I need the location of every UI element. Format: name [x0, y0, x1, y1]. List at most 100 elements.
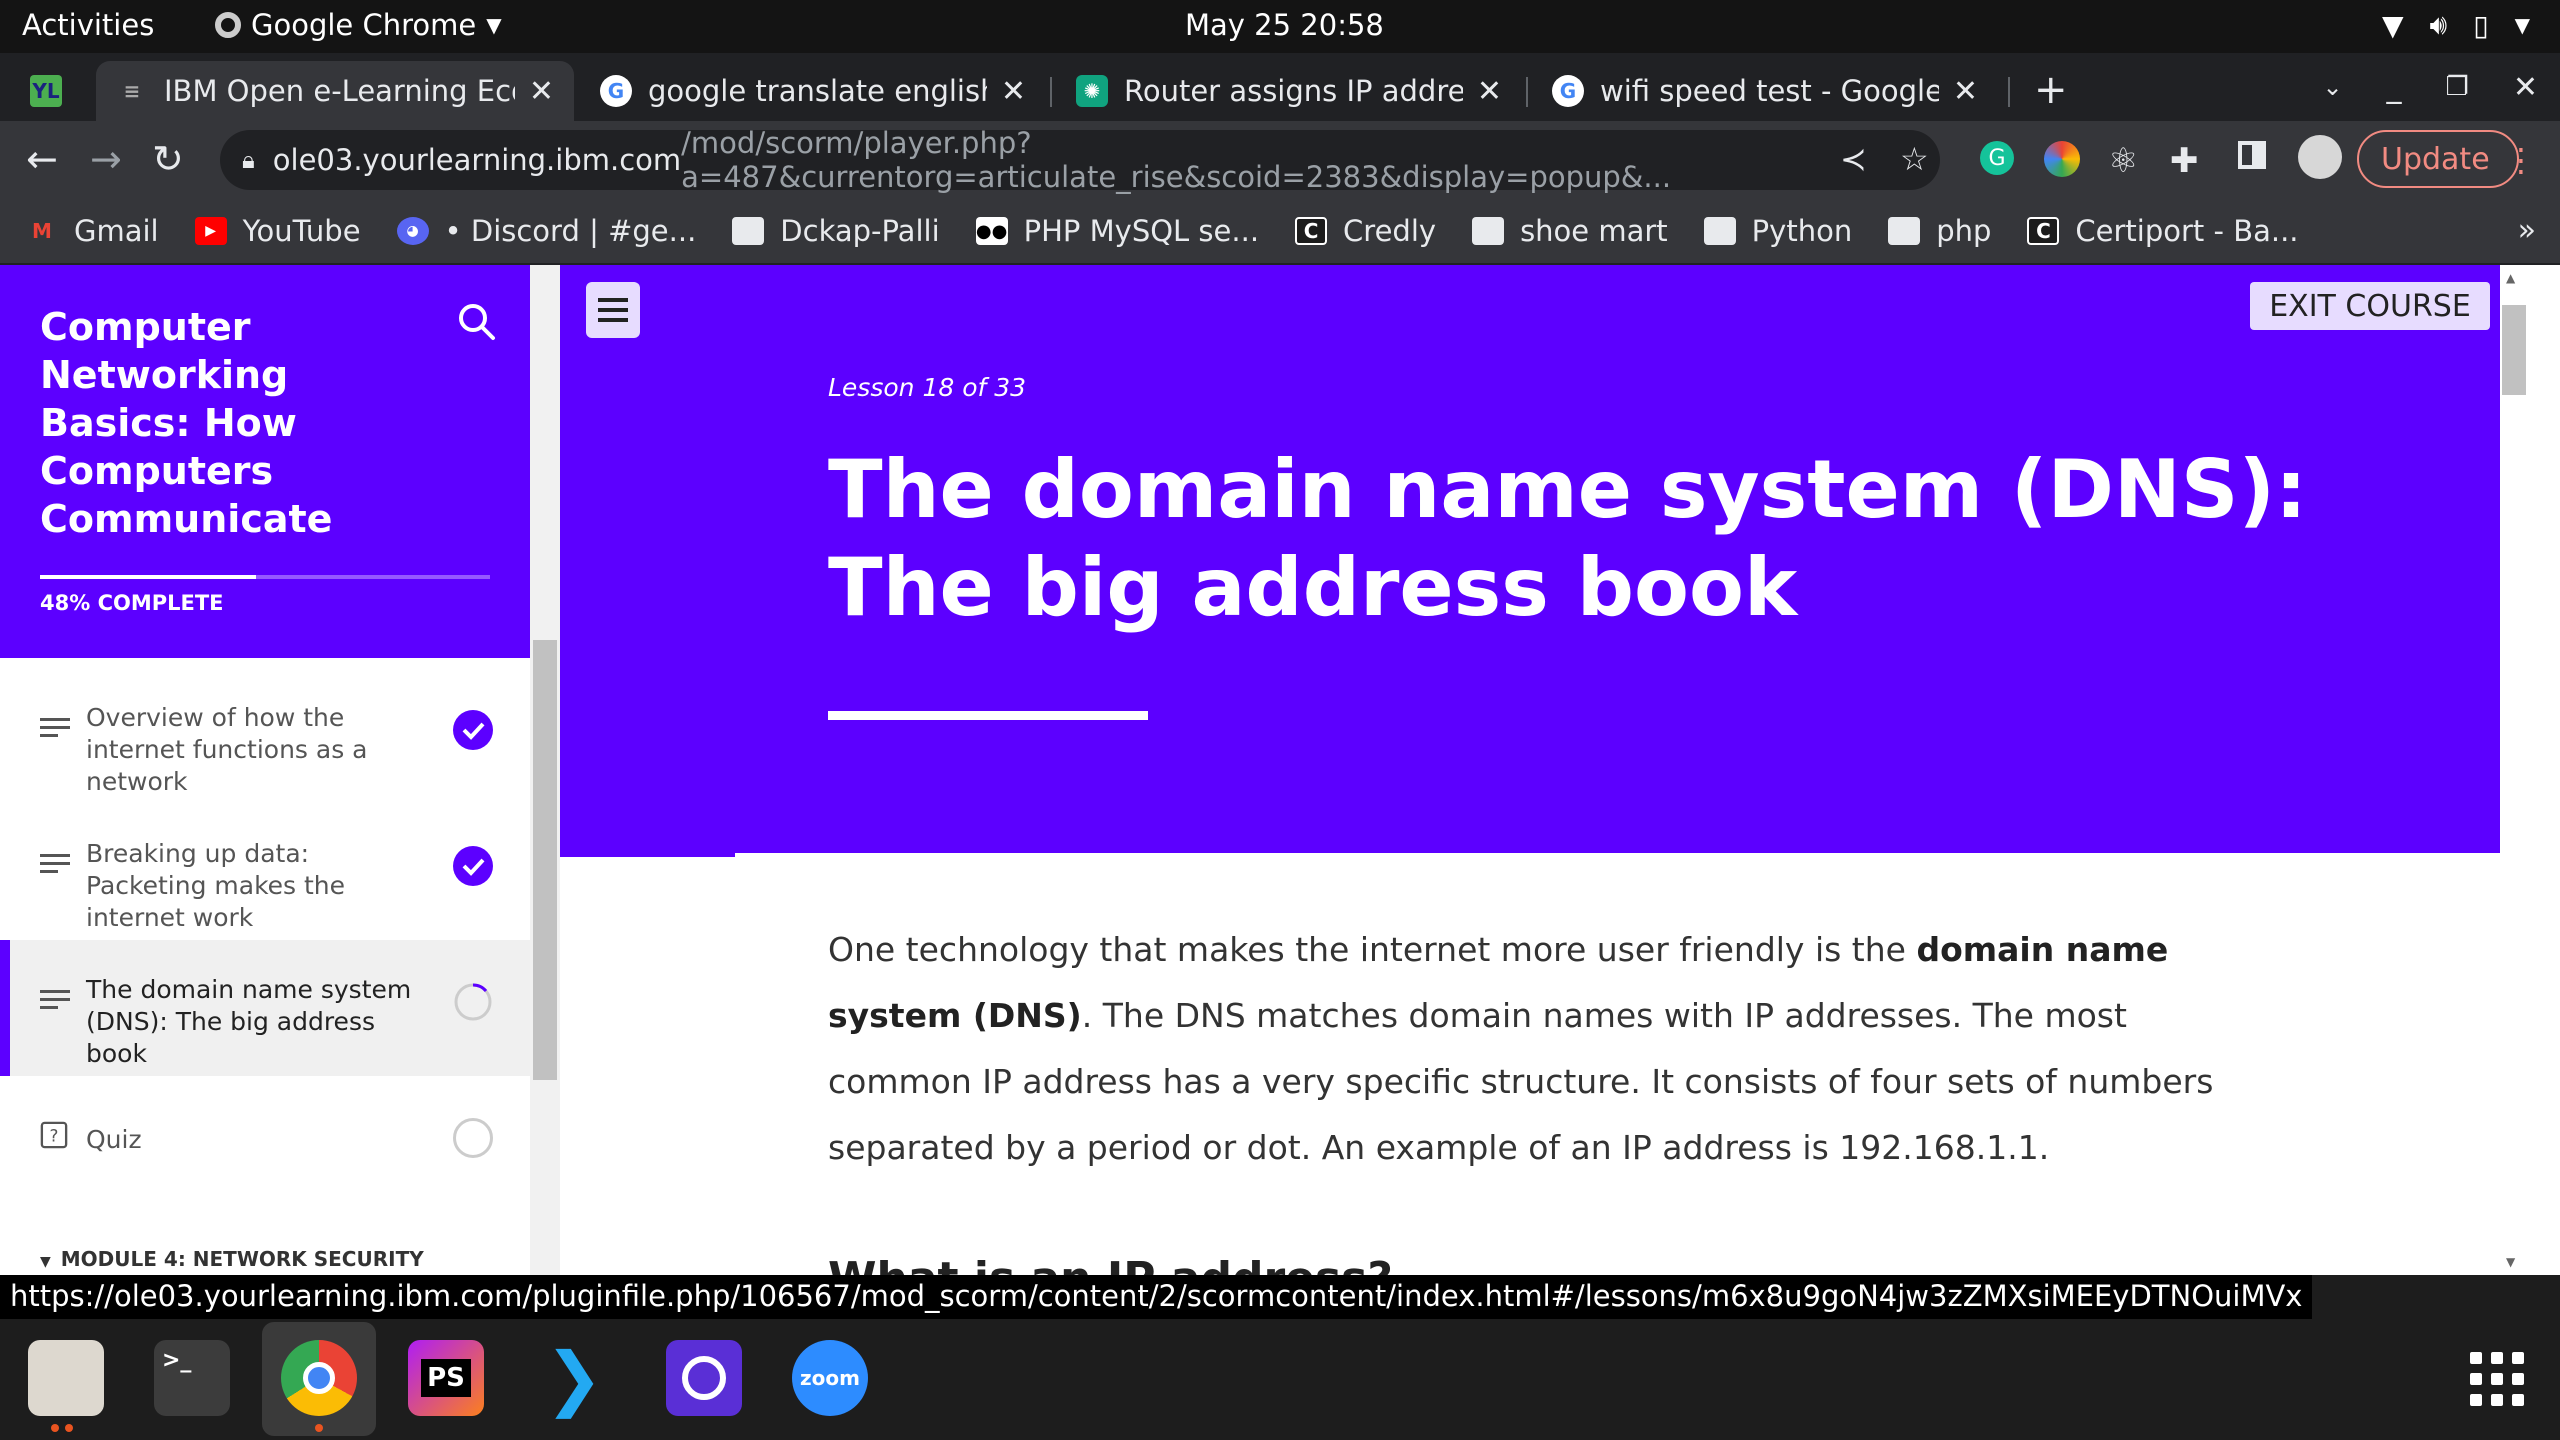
- lesson-item[interactable]: ? Quiz: [0, 1076, 530, 1212]
- profile-avatar[interactable]: [2298, 135, 2342, 179]
- scroll-up-arrow-icon[interactable]: ▲: [2506, 271, 2515, 285]
- show-applications-icon[interactable]: [2470, 1352, 2524, 1406]
- lesson-title: The domain name system (DNS): The big ad…: [828, 443, 2308, 634]
- color-picker-extension-icon[interactable]: [2044, 141, 2080, 177]
- app-name: Google Chrome: [251, 8, 477, 42]
- scroll-down-arrow-icon[interactable]: ▼: [2506, 1255, 2515, 1269]
- bookmark-gmail[interactable]: M Gmail: [26, 214, 159, 248]
- lesson-paragraph: One technology that makes the internet m…: [828, 917, 2248, 1181]
- zoom-icon[interactable]: zoom: [792, 1340, 868, 1416]
- hamburger-menu-icon[interactable]: [586, 282, 640, 338]
- share-icon[interactable]: ≺: [1840, 140, 1867, 178]
- reload-icon[interactable]: ↻: [152, 137, 184, 181]
- lesson-item-current[interactable]: The domain name system (DNS): The big ad…: [0, 940, 530, 1076]
- in-progress-icon: [454, 983, 492, 1021]
- lesson-item[interactable]: Breaking up data: Packeting makes the in…: [0, 804, 530, 940]
- kebab-menu-icon[interactable]: ⋮: [2505, 141, 2537, 179]
- browser-toolbar: ← → ↻ 🔒︎ ole03.yourlearning.ibm.com /mod…: [0, 121, 2560, 199]
- minimize-button[interactable]: _: [2387, 70, 2402, 105]
- close-window-button[interactable]: ✕: [2513, 70, 2538, 105]
- bookmark-label: PHP MySQL se...: [1023, 214, 1260, 248]
- scrollbar-thumb[interactable]: [2502, 305, 2526, 395]
- tab-ibm-learning[interactable]: ≡ IBM Open e-Learning Ecos ✕: [96, 61, 574, 121]
- folder-icon: [1888, 217, 1921, 245]
- vscode-icon[interactable]: ❯: [536, 1337, 612, 1419]
- system-tray[interactable]: ▼ 🔊︎ ▯ ▼: [2382, 8, 2530, 42]
- close-tab-icon[interactable]: ✕: [1001, 74, 1026, 109]
- forward-arrow-icon[interactable]: →: [90, 137, 122, 181]
- bookmark-dckap-palli[interactable]: Dckap-Palli: [732, 214, 940, 248]
- lesson-content: EXIT COURSE Lesson 18 of 33 The domain n…: [560, 265, 2500, 1275]
- restore-button[interactable]: ❐: [2446, 72, 2469, 102]
- title-divider: [828, 711, 1148, 720]
- sidebar-scrollbar[interactable]: [530, 265, 560, 1275]
- back-arrow-icon[interactable]: ←: [26, 137, 58, 181]
- lesson-hero: EXIT COURSE Lesson 18 of 33 The domain n…: [560, 265, 2500, 853]
- folder-icon: [1703, 217, 1736, 245]
- react-devtools-icon[interactable]: ⚛: [2108, 141, 2138, 181]
- tab-google-translate[interactable]: G google translate english t ✕: [580, 61, 1046, 121]
- tab-router-ip[interactable]: ✺ Router assigns IP address ✕: [1056, 61, 1522, 121]
- close-tab-icon[interactable]: ✕: [529, 74, 554, 109]
- activities-button[interactable]: Activities: [22, 8, 154, 42]
- phpstorm-icon[interactable]: PS: [408, 1340, 484, 1416]
- new-tab-button[interactable]: +: [2034, 67, 2068, 113]
- progress-label: 48% COMPLETE: [40, 591, 224, 615]
- clock[interactable]: May 25 20:58: [1185, 8, 1384, 42]
- screen-recorder-icon[interactable]: [666, 1340, 742, 1416]
- certiport-icon: C: [2027, 217, 2060, 245]
- folder-icon: [732, 217, 765, 245]
- quiz-icon: ?: [40, 1121, 68, 1149]
- bookmark-label: php: [1936, 214, 1992, 248]
- chrome-icon[interactable]: [281, 1340, 357, 1416]
- bookmark-python[interactable]: Python: [1703, 214, 1852, 248]
- url-path: /mod/scorm/player.php?a=487&currentorg=a…: [681, 126, 1672, 194]
- chrome-app-icon: [215, 12, 241, 38]
- terminal-icon[interactable]: >_: [154, 1340, 230, 1416]
- module-label: MODULE 4: NETWORK SECURITY: [60, 1247, 424, 1271]
- sidebar-header: Computer Networking Basics: How Computer…: [0, 265, 530, 658]
- course-progress-fill: [40, 575, 256, 579]
- extensions-puzzle-icon[interactable]: ✚: [2170, 141, 2199, 181]
- exit-course-button[interactable]: EXIT COURSE: [2250, 282, 2490, 330]
- bookmark-star-icon[interactable]: ☆: [1900, 140, 1929, 178]
- lesson-item[interactable]: Overview of how the internet functions a…: [0, 668, 530, 804]
- lesson-label: The domain name system (DNS): The big ad…: [86, 975, 412, 1068]
- yourlearning-logo-icon: YL: [30, 75, 62, 107]
- folder-icon: [1472, 217, 1505, 245]
- youtube-icon: ▶: [194, 217, 227, 245]
- zoom-label: zoom: [800, 1366, 860, 1390]
- bookmark-php-mysql[interactable]: ●● PHP MySQL se...: [975, 214, 1260, 248]
- bookmark-youtube[interactable]: ▶ YouTube: [194, 214, 361, 248]
- close-tab-icon[interactable]: ✕: [1953, 74, 1978, 109]
- module-header[interactable]: ▼ MODULE 4: NETWORK SECURITY: [40, 1247, 424, 1271]
- app-menu[interactable]: Google Chrome ▼: [215, 8, 502, 42]
- content-scrollbar[interactable]: ▲ ▼: [2500, 265, 2560, 1275]
- side-panel-icon[interactable]: [2238, 141, 2266, 169]
- files-icon[interactable]: [28, 1340, 104, 1416]
- tab-menu-button[interactable]: YL: [30, 61, 80, 121]
- bookmark-php[interactable]: php: [1888, 214, 1991, 248]
- more-bookmarks-icon[interactable]: »: [2518, 213, 2536, 248]
- tab-wifi-speed-test[interactable]: G wifi speed test - Google S ✕: [1532, 61, 1998, 121]
- tab-title: Router assigns IP address: [1124, 74, 1463, 108]
- ubuntu-dock: >_ PS ❯ zoom: [0, 1320, 2560, 1440]
- bookmark-shoe-mart[interactable]: shoe mart: [1472, 214, 1668, 248]
- battery-icon: ▯: [2473, 8, 2489, 42]
- tab-search-chevron-icon[interactable]: ⌄: [2322, 73, 2342, 101]
- lesson-counter: Lesson 18 of 33: [828, 373, 1027, 402]
- tab-separator: [1050, 77, 1052, 107]
- close-tab-icon[interactable]: ✕: [1477, 74, 1502, 109]
- bookmark-credly[interactable]: C Credly: [1295, 214, 1436, 248]
- bookmarks-bar: M Gmail ▶ YouTube ◕ • Discord | #ge... Dcka…: [0, 199, 2560, 265]
- grammarly-extension-icon[interactable]: G: [1980, 141, 2014, 175]
- address-bar[interactable]: 🔒︎ ole03.yourlearning.ibm.com /mod/scorm…: [220, 126, 1940, 194]
- scrollbar-thumb[interactable]: [533, 640, 557, 1080]
- bookmark-discord[interactable]: ◕ • Discord | #ge...: [396, 214, 696, 248]
- search-icon[interactable]: [454, 299, 498, 343]
- lesson-progress-indicator: [560, 853, 735, 857]
- bookmark-certiport[interactable]: C Certiport - Ba...: [2027, 214, 2299, 248]
- update-button[interactable]: Update: [2357, 130, 2519, 188]
- recorder-circle-icon: [682, 1356, 726, 1400]
- gmail-icon: M: [32, 219, 52, 243]
